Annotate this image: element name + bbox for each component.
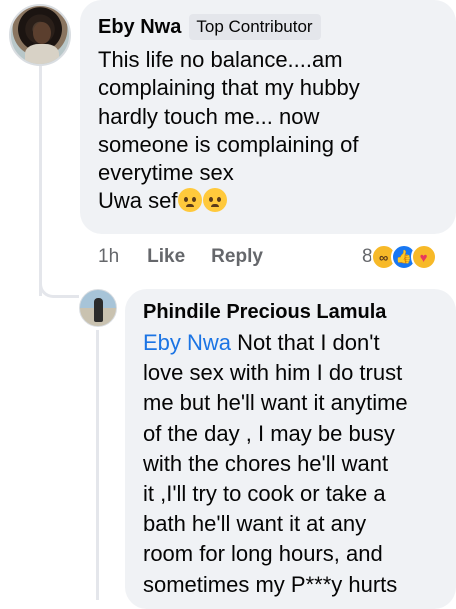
mention-link[interactable]: Eby Nwa bbox=[143, 330, 231, 355]
reply-thread-line bbox=[96, 330, 99, 600]
comment-actions: 1h Like Reply bbox=[98, 246, 289, 268]
thread-connector bbox=[39, 250, 79, 298]
comment-bubble: Eby Nwa Top Contributor This life no bal… bbox=[80, 0, 456, 234]
comment-body: This life no balance....am complaining t… bbox=[98, 46, 440, 216]
reply-text: Not that I don't love sex with him I do … bbox=[143, 330, 408, 597]
care-reaction-icon: ♥ bbox=[410, 244, 437, 270]
reply-button[interactable]: Reply bbox=[211, 246, 263, 268]
avatar[interactable] bbox=[9, 4, 71, 66]
comment-author-name[interactable]: Eby Nwa bbox=[98, 16, 181, 39]
comment-timestamp[interactable]: 1h bbox=[98, 246, 119, 268]
comment-text: This life no balance....am complaining t… bbox=[98, 47, 360, 214]
reaction-summary[interactable]: 8 ∞ 👍 ♥ bbox=[362, 244, 437, 270]
reply-body: Eby Nwa Not that I don't love sex with h… bbox=[143, 328, 446, 600]
top-contributor-badge: Top Contributor bbox=[189, 14, 321, 40]
avatar[interactable] bbox=[79, 289, 117, 327]
sad-face-emoji bbox=[203, 188, 228, 213]
reply-author-name[interactable]: Phindile Precious Lamula bbox=[143, 301, 446, 324]
like-button[interactable]: Like bbox=[147, 246, 185, 268]
reply-bubble: Phindile Precious Lamula Eby Nwa Not tha… bbox=[125, 289, 456, 609]
sad-face-emoji bbox=[178, 188, 203, 213]
